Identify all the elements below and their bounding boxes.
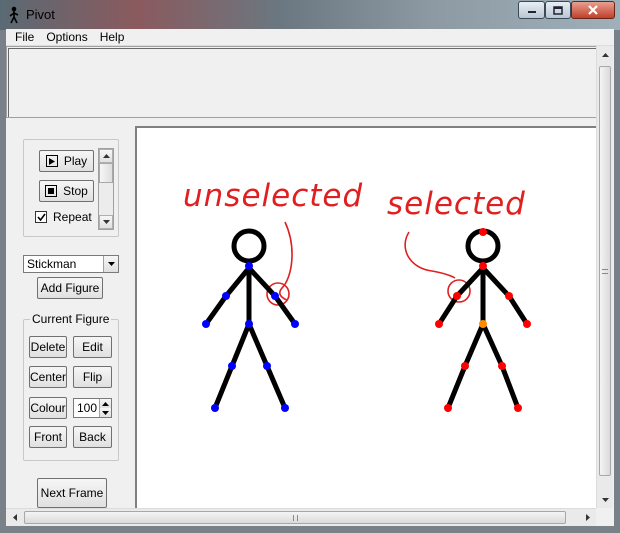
back-label: Back — [79, 430, 106, 444]
arrow-left-icon — [12, 514, 17, 521]
maximize-icon — [553, 5, 563, 15]
frames-strip[interactable] — [6, 46, 596, 118]
horizontal-scroll-thumb[interactable] — [24, 511, 566, 524]
app-icon — [9, 6, 19, 24]
play-icon — [45, 155, 58, 167]
scroll-down-arrow[interactable] — [597, 491, 613, 508]
colour-label: Colour — [30, 401, 66, 415]
colour-value: 100 — [77, 401, 98, 415]
menu-options[interactable]: Options — [40, 30, 93, 44]
scroll-right-arrow[interactable] — [579, 509, 596, 526]
colour-button[interactable]: Colour — [29, 397, 67, 419]
play-label: Play — [63, 154, 88, 168]
maximize-button[interactable] — [545, 1, 571, 19]
speed-up-arrow[interactable] — [99, 149, 113, 163]
menu-file[interactable]: File — [9, 30, 40, 44]
spin-down-icon[interactable] — [100, 408, 111, 417]
arrow-up-icon — [102, 154, 110, 158]
window-title: Pivot — [26, 7, 55, 22]
figure-type-select[interactable]: Stickman — [23, 255, 119, 273]
playback-panel: Play Stop Repeat — [23, 139, 119, 237]
front-button[interactable]: Front — [29, 426, 67, 448]
center-label: Center — [29, 370, 67, 384]
speed-thumb[interactable] — [99, 163, 113, 183]
unselected-pointer-line — [279, 221, 293, 301]
stickman-selected[interactable] — [436, 228, 530, 411]
dropdown-arrow-icon[interactable] — [103, 256, 118, 272]
checkmark-icon — [36, 213, 46, 221]
stop-icon — [45, 185, 58, 197]
vertical-scrollbar[interactable] — [596, 46, 613, 508]
minimize-button[interactable] — [518, 1, 545, 19]
play-button[interactable]: Play — [39, 150, 94, 172]
menu-help[interactable]: Help — [94, 30, 131, 44]
spin-up-icon[interactable] — [100, 399, 111, 408]
add-figure-label: Add Figure — [40, 281, 100, 295]
figure-type-value: Stickman — [27, 257, 77, 271]
vertical-scroll-thumb[interactable] — [599, 66, 611, 476]
stick-figures — [202, 221, 531, 412]
stickman-unselected[interactable] — [203, 228, 298, 411]
scroll-up-arrow[interactable] — [597, 46, 613, 63]
arrow-down-icon — [601, 497, 609, 502]
arrow-up-icon — [601, 52, 609, 57]
arrow-down-icon — [102, 220, 110, 224]
flip-label: Flip — [82, 370, 103, 384]
scroll-left-arrow[interactable] — [6, 509, 23, 526]
drawing-canvas[interactable]: unselected selected — [135, 126, 596, 508]
selected-pointer-line — [404, 231, 456, 279]
speed-scrollbar[interactable] — [98, 148, 114, 230]
flip-button[interactable]: Flip — [73, 366, 112, 388]
close-button[interactable] — [571, 1, 615, 19]
repeat-checkbox[interactable] — [35, 211, 47, 223]
close-icon — [588, 5, 598, 15]
title-bar: Pivot — [0, 0, 620, 30]
back-button[interactable]: Back — [73, 426, 112, 448]
selected-origin-handle[interactable] — [479, 320, 487, 328]
stop-label: Stop — [63, 184, 88, 198]
arrow-right-icon — [585, 514, 590, 521]
stop-button[interactable]: Stop — [39, 180, 94, 202]
delete-button[interactable]: Delete — [29, 336, 67, 358]
client-area: Play Stop Repeat Stickman Add Figure Cur… — [6, 46, 614, 526]
next-frame-label: Next Frame — [40, 486, 104, 500]
menu-bar: File Options Help — [6, 29, 614, 46]
edit-button[interactable]: Edit — [73, 336, 112, 358]
repeat-label: Repeat — [53, 210, 92, 224]
current-figure-legend: Current Figure — [30, 312, 112, 326]
colour-spinner[interactable]: 100 — [73, 398, 112, 418]
horizontal-scrollbar[interactable] — [6, 508, 596, 526]
next-frame-button[interactable]: Next Frame — [37, 478, 107, 508]
delete-label: Delete — [30, 340, 66, 354]
front-label: Front — [33, 430, 62, 444]
add-figure-button[interactable]: Add Figure — [37, 277, 103, 299]
speed-down-arrow[interactable] — [99, 215, 113, 229]
edit-label: Edit — [82, 340, 103, 354]
minimize-icon — [527, 11, 536, 13]
center-button[interactable]: Center — [29, 366, 67, 388]
